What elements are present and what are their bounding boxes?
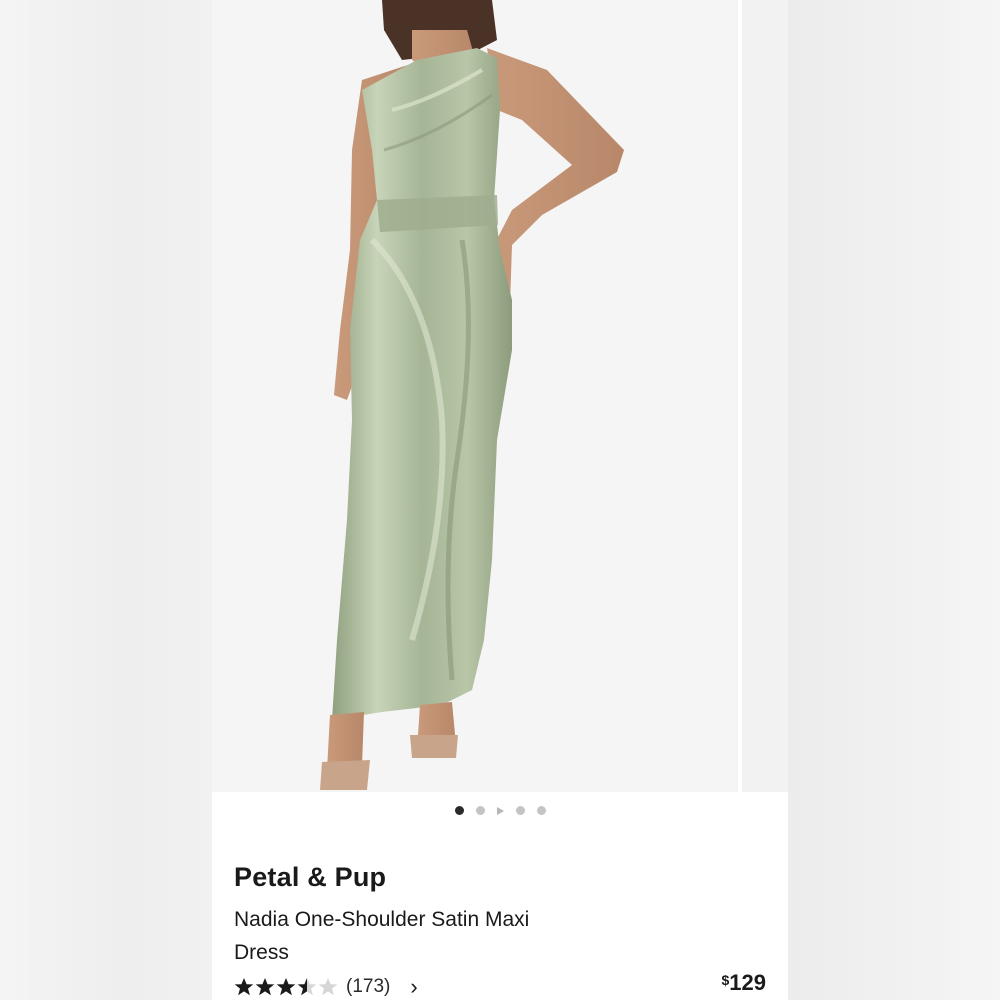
- product-price: $129: [721, 970, 766, 996]
- price-amount: 129: [729, 970, 766, 995]
- star-icon: [234, 978, 254, 996]
- pagination-dot-5[interactable]: [536, 806, 546, 815]
- star-icon: [318, 978, 338, 996]
- background-blur-left: [0, 0, 212, 1000]
- star-rating: [234, 977, 338, 997]
- product-photo: [320, 0, 624, 790]
- star-icon: [276, 978, 296, 996]
- product-name: Nadia One-Shoulder Satin Maxi Dress: [234, 908, 530, 964]
- chevron-right-icon[interactable]: ›: [410, 974, 417, 1000]
- rating-summary[interactable]: (173) ›: [234, 974, 418, 1000]
- video-play-icon[interactable]: [496, 806, 504, 815]
- review-count: (173): [346, 976, 391, 997]
- carousel-slide-active[interactable]: [212, 0, 738, 792]
- background-blur-right: [788, 0, 1000, 1000]
- star-icon: [297, 978, 317, 996]
- image-carousel[interactable]: [212, 0, 788, 792]
- star-icon: [255, 978, 275, 996]
- carousel-pagination: [212, 806, 788, 815]
- pagination-dot-1[interactable]: [454, 806, 464, 815]
- product-card: Petal & Pup Nadia One-Shoulder Satin Max…: [212, 0, 788, 1000]
- carousel-slide-next-peek[interactable]: [742, 0, 788, 792]
- price-currency: $: [721, 972, 730, 988]
- pagination-dot-2[interactable]: [475, 806, 485, 815]
- pagination-dot-4[interactable]: [515, 806, 525, 815]
- product-brand[interactable]: Petal & Pup: [234, 862, 386, 893]
